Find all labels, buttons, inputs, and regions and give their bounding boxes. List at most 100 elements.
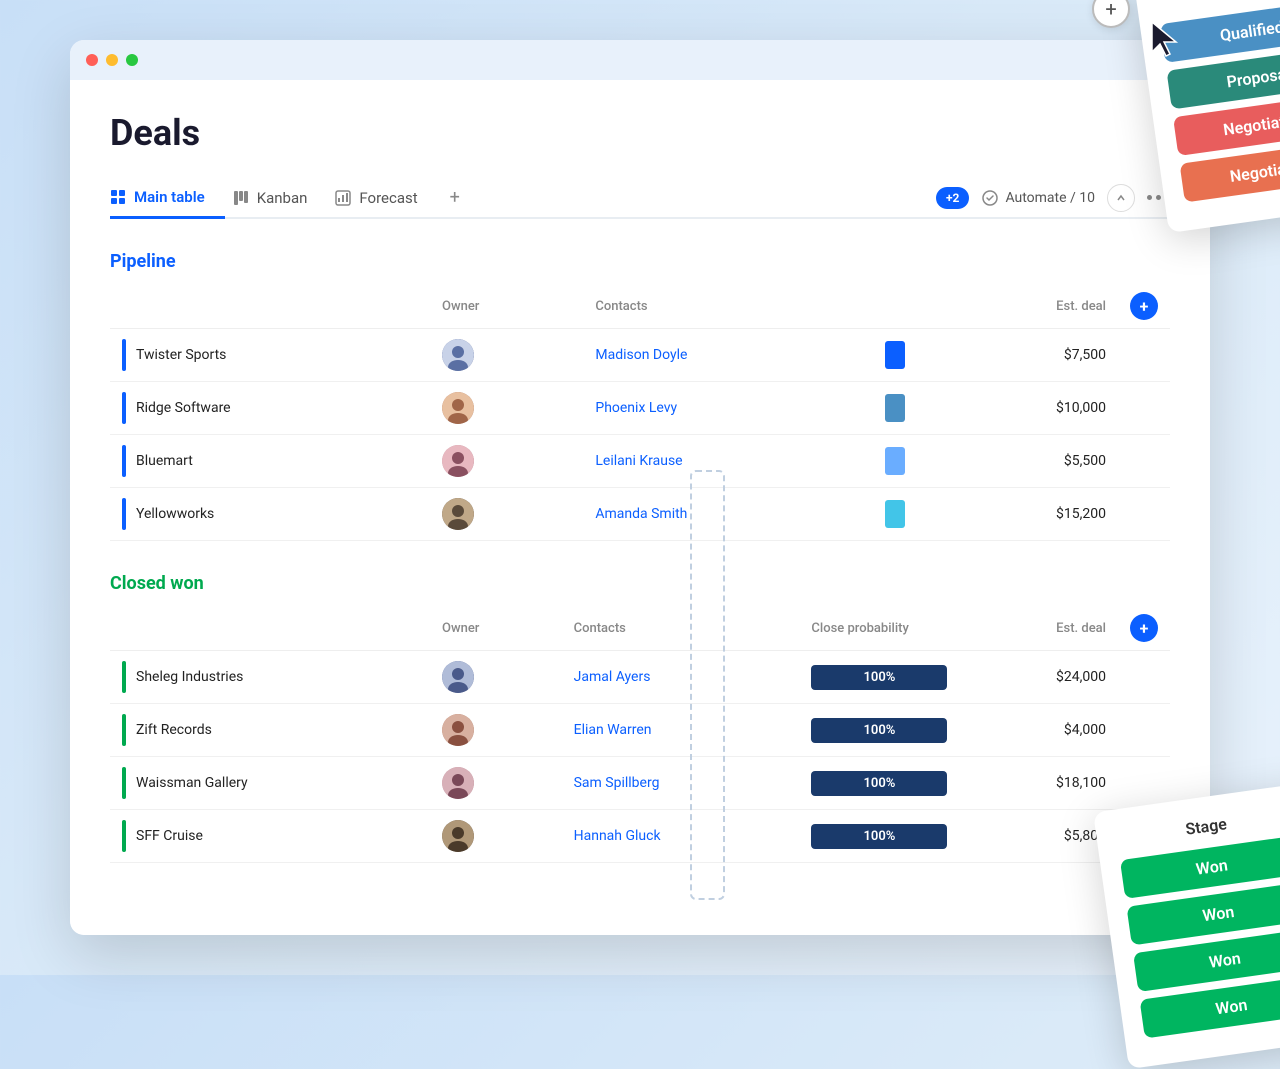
close-prob-bar: 100%: [811, 665, 947, 690]
deal-name: Bluemart: [136, 453, 193, 469]
forecast-icon: [335, 190, 351, 206]
won-dropdown-card: Stage Won Won Won Won: [1093, 782, 1280, 1069]
stage-bar: [885, 394, 905, 422]
closed-won-col-name: [110, 606, 430, 651]
tab-main-table[interactable]: Main table: [110, 178, 225, 219]
maximize-dot[interactable]: [126, 54, 138, 66]
collapse-button[interactable]: [1107, 184, 1135, 212]
avatar: [442, 767, 474, 799]
deal-indicator: [122, 498, 126, 530]
close-prob-bar: 100%: [811, 718, 947, 743]
closed-won-col-est-deal: Est. deal: [959, 606, 1118, 651]
cursor: [1148, 20, 1180, 58]
row-extra-col: [1130, 502, 1158, 526]
close-prob-bar: 100%: [811, 824, 947, 849]
stage-bar: [885, 341, 905, 369]
contact-link[interactable]: Elian Warren: [574, 722, 652, 738]
avatar: [442, 339, 474, 371]
avatar: [442, 392, 474, 424]
contact-link[interactable]: Leilani Krause: [595, 453, 682, 469]
closed-won-row: Sheleg Industries Jamal Ayers 100% $24,0…: [110, 651, 1170, 704]
avatar: [442, 714, 474, 746]
closed-won-add-column-button[interactable]: +: [1130, 614, 1158, 642]
minimize-dot[interactable]: [106, 54, 118, 66]
tabs-bar: Main table Kanban Forecast +: [110, 178, 1170, 219]
deal-indicator: [122, 392, 126, 424]
row-extra-col: [1130, 771, 1158, 795]
app-window: + Stage Qualified Proposal Negotiation N…: [70, 40, 1210, 935]
deal-indicator: [122, 820, 126, 852]
pipeline-row: Yellowworks Amanda Smith $15,200: [110, 488, 1170, 541]
est-deal-value: $4,000: [1064, 722, 1106, 738]
closed-won-add-col: +: [1118, 606, 1170, 651]
row-extra-col: [1130, 718, 1158, 742]
stage-bar: [885, 500, 905, 528]
est-deal-value: $5,500: [1064, 453, 1106, 469]
closed-won-col-owner: Owner: [430, 606, 562, 651]
closed-won-section-title: Closed won: [110, 573, 1170, 594]
deal-indicator: [122, 661, 126, 693]
contact-link[interactable]: Sam Spillberg: [574, 775, 660, 791]
contact-link[interactable]: Madison Doyle: [595, 347, 687, 363]
avatar: [442, 498, 474, 530]
avatar: [442, 445, 474, 477]
deal-name: Waissman Gallery: [136, 775, 248, 791]
pipeline-col-contacts: Contacts: [583, 284, 873, 329]
est-deal-value: $18,100: [1056, 775, 1106, 791]
pipeline-table: Owner Contacts Est. deal + Twister Sport…: [110, 284, 1170, 541]
contact-link[interactable]: Phoenix Levy: [595, 400, 677, 416]
closed-won-row: SFF Cruise Hannah Gluck 100% $5,800: [110, 810, 1170, 863]
contact-link[interactable]: Jamal Ayers: [574, 669, 651, 685]
pipeline-add-column-button[interactable]: +: [1130, 292, 1158, 320]
tab-right-actions: +2 Automate / 10: [936, 184, 1170, 212]
est-deal-value: $10,000: [1056, 400, 1106, 416]
kanban-icon: [233, 190, 249, 206]
deal-indicator: [122, 714, 126, 746]
row-extra-col: [1130, 449, 1158, 473]
automate-label: Automate / 10: [1005, 190, 1095, 206]
add-column-float-button[interactable]: +: [1092, 0, 1130, 28]
tab-main-table-label: Main table: [134, 188, 205, 206]
tab-kanban-label: Kanban: [257, 189, 308, 207]
contact-link[interactable]: Hannah Gluck: [574, 828, 661, 844]
deal-name: Ridge Software: [136, 400, 231, 416]
automate-button[interactable]: Automate / 10: [981, 189, 1095, 207]
add-tab-button[interactable]: +: [438, 179, 472, 218]
tab-forecast[interactable]: Forecast: [335, 179, 437, 219]
contact-link[interactable]: Amanda Smith: [595, 506, 687, 522]
avatar: [442, 661, 474, 693]
row-extra-col: [1130, 396, 1158, 420]
pipeline-add-col: +: [1118, 284, 1170, 329]
chevron-up-icon: [1116, 193, 1126, 203]
close-prob-bar: 100%: [811, 771, 947, 796]
pipeline-row: Bluemart Leilani Krause $5,500: [110, 435, 1170, 488]
page-title: Deals: [110, 112, 1170, 154]
deal-name: Yellowworks: [136, 506, 214, 522]
closed-won-row: Waissman Gallery Sam Spillberg 100% $18,…: [110, 757, 1170, 810]
closed-won-col-prob: Close probability: [799, 606, 959, 651]
table-icon: [110, 189, 126, 205]
window-titlebar: [70, 40, 1210, 80]
closed-won-col-contacts: Contacts: [562, 606, 800, 651]
deal-name: Sheleg Industries: [136, 669, 243, 685]
close-dot[interactable]: [86, 54, 98, 66]
pipeline-col-est-deal: Est. deal: [933, 284, 1118, 329]
pipeline-row: Ridge Software Phoenix Levy $10,000: [110, 382, 1170, 435]
pipeline-col-owner: Owner: [430, 284, 583, 329]
pipeline-row: Twister Sports Madison Doyle $7,500: [110, 329, 1170, 382]
row-extra-col: [1130, 343, 1158, 367]
deal-name: Zift Records: [136, 722, 212, 738]
pipeline-col-stage: [873, 284, 933, 329]
integrate-badge[interactable]: +2: [936, 187, 969, 209]
est-deal-value: $24,000: [1056, 669, 1106, 685]
avatar: [442, 820, 474, 852]
deal-indicator: [122, 767, 126, 799]
pipeline-col-name: [110, 284, 430, 329]
est-deal-value: $7,500: [1064, 347, 1106, 363]
deal-indicator: [122, 339, 126, 371]
tab-forecast-label: Forecast: [359, 189, 417, 207]
window-content: Deals Main table Kanban: [70, 80, 1210, 935]
tab-kanban[interactable]: Kanban: [233, 179, 328, 219]
deal-name: Twister Sports: [136, 347, 226, 363]
automate-icon: [981, 189, 999, 207]
